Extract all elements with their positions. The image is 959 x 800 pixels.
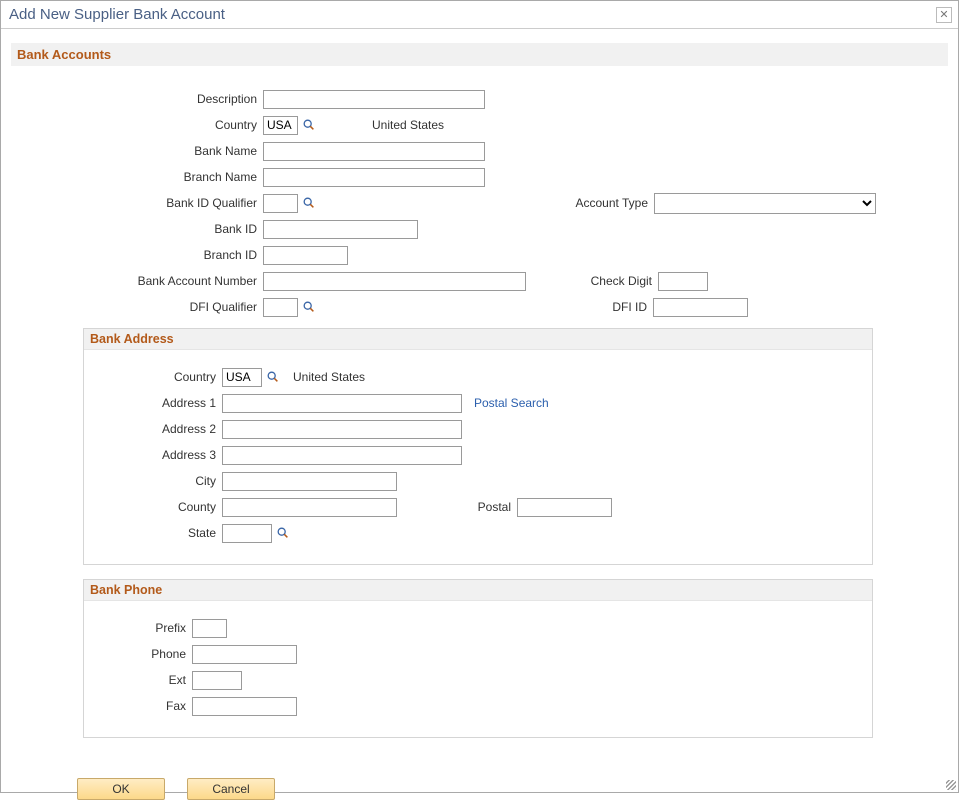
row-addr-country: Country United States [92, 364, 864, 390]
label-branch-id: Branch ID [11, 248, 263, 262]
bank-address-section: Bank Address Country United States Addre… [83, 328, 873, 565]
branch-id-input[interactable] [263, 246, 348, 265]
label-prefix: Prefix [92, 621, 192, 635]
ext-input[interactable] [192, 671, 242, 690]
dfi-qualifier-lookup-button[interactable] [301, 299, 317, 315]
search-icon [302, 196, 316, 210]
fax-input[interactable] [192, 697, 297, 716]
label-bank-id: Bank ID [11, 222, 263, 236]
label-address1: Address 1 [92, 396, 222, 410]
bank-phone-header: Bank Phone [84, 580, 872, 601]
label-bank-name: Bank Name [11, 144, 263, 158]
search-icon [266, 370, 280, 384]
label-dfi-id: DFI ID [612, 300, 653, 314]
row-bank-id-qualifier: Bank ID Qualifier Account Type [11, 190, 948, 216]
label-address2: Address 2 [92, 422, 222, 436]
search-icon [276, 526, 290, 540]
county-input[interactable] [222, 498, 397, 517]
resize-handle-icon[interactable] [944, 778, 956, 790]
bank-phone-section: Bank Phone Prefix Phone Ext Fax [83, 579, 873, 738]
description-input[interactable] [263, 90, 485, 109]
label-bank-id-qualifier: Bank ID Qualifier [11, 196, 263, 210]
label-county: County [92, 500, 222, 514]
row-branch-name: Branch Name [11, 164, 948, 190]
row-phone: Phone [92, 641, 864, 667]
button-bar: OK Cancel [77, 778, 948, 800]
row-dfi-qualifier: DFI Qualifier DFI ID [11, 294, 948, 320]
label-phone: Phone [92, 647, 192, 661]
bank-id-qualifier-input[interactable] [263, 194, 298, 213]
close-button[interactable]: ✕ [936, 7, 952, 23]
label-address3: Address 3 [92, 448, 222, 462]
row-prefix: Prefix [92, 615, 864, 641]
label-bank-account-number: Bank Account Number [11, 274, 263, 288]
ok-button[interactable]: OK [77, 778, 165, 800]
country-name-text: United States [317, 118, 444, 132]
label-addr-country: Country [92, 370, 222, 384]
label-account-type: Account Type [576, 196, 655, 210]
postal-search-link[interactable]: Postal Search [474, 396, 549, 410]
city-input[interactable] [222, 472, 397, 491]
dialog-window: Add New Supplier Bank Account ✕ Bank Acc… [0, 0, 959, 793]
search-icon [302, 300, 316, 314]
label-branch-name: Branch Name [11, 170, 263, 184]
row-branch-id: Branch ID [11, 242, 948, 268]
row-bank-name: Bank Name [11, 138, 948, 164]
row-fax: Fax [92, 693, 864, 719]
row-state: State [92, 520, 864, 546]
row-ext: Ext [92, 667, 864, 693]
row-county: County Postal [92, 494, 864, 520]
country-input[interactable] [263, 116, 298, 135]
addr-country-lookup-button[interactable] [265, 369, 281, 385]
content-area: Bank Accounts Description Country United… [1, 29, 958, 800]
addr-country-input[interactable] [222, 368, 262, 387]
branch-name-input[interactable] [263, 168, 485, 187]
state-input[interactable] [222, 524, 272, 543]
section-bank-accounts-header: Bank Accounts [11, 43, 948, 66]
title-bar: Add New Supplier Bank Account ✕ [1, 1, 958, 29]
label-state: State [92, 526, 222, 540]
postal-input[interactable] [517, 498, 612, 517]
label-postal: Postal [397, 500, 517, 514]
window-title: Add New Supplier Bank Account [9, 6, 225, 23]
account-type-select[interactable] [654, 193, 876, 214]
addr-country-name-text: United States [281, 370, 365, 384]
row-address3: Address 3 [92, 442, 864, 468]
label-description: Description [11, 92, 263, 106]
label-fax: Fax [92, 699, 192, 713]
row-address2: Address 2 [92, 416, 864, 442]
row-bank-account-number: Bank Account Number Check Digit [11, 268, 948, 294]
row-address1: Address 1 Postal Search [92, 390, 864, 416]
row-description: Description [11, 86, 948, 112]
prefix-input[interactable] [192, 619, 227, 638]
label-ext: Ext [92, 673, 192, 687]
bank-id-qualifier-lookup-button[interactable] [301, 195, 317, 211]
address1-input[interactable] [222, 394, 462, 413]
label-city: City [92, 474, 222, 488]
state-lookup-button[interactable] [275, 525, 291, 541]
address3-input[interactable] [222, 446, 462, 465]
search-icon [302, 118, 316, 132]
label-check-digit: Check Digit [591, 274, 658, 288]
row-bank-id: Bank ID [11, 216, 948, 242]
bank-id-input[interactable] [263, 220, 418, 239]
phone-input[interactable] [192, 645, 297, 664]
dfi-id-input[interactable] [653, 298, 748, 317]
address2-input[interactable] [222, 420, 462, 439]
row-city: City [92, 468, 864, 494]
label-country: Country [11, 118, 263, 132]
bank-name-input[interactable] [263, 142, 485, 161]
close-icon: ✕ [939, 9, 948, 21]
bank-account-number-input[interactable] [263, 272, 526, 291]
bank-address-header: Bank Address [84, 329, 872, 350]
cancel-button[interactable]: Cancel [187, 778, 275, 800]
dfi-qualifier-input[interactable] [263, 298, 298, 317]
country-lookup-button[interactable] [301, 117, 317, 133]
label-dfi-qualifier: DFI Qualifier [11, 300, 263, 314]
check-digit-input[interactable] [658, 272, 708, 291]
row-country: Country United States [11, 112, 948, 138]
